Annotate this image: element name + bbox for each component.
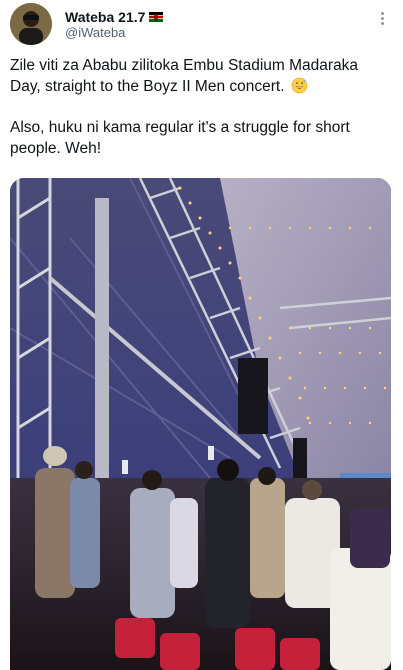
author-display-name[interactable]: Wateba 21.7 [65,9,145,25]
grinning-sweat-emoji-icon [291,77,308,94]
tweet-text-paragraph-2: Also, huku ni kama regular it's a strugg… [10,119,350,157]
kenya-flag-icon [149,12,164,22]
avatar-image [10,3,52,45]
author-handle[interactable]: @iWateba [65,25,125,40]
author-name-row: Wateba 21.7 [65,8,164,26]
avatar[interactable] [10,3,52,45]
tweet-text-paragraph-1: Zile viti za Ababu zilitoka Embu Stadium… [10,55,390,97]
more-options-icon[interactable] [376,10,388,28]
concert-photo-illustration [10,178,391,670]
tweet-photo[interactable] [10,178,391,670]
tweet-card: Wateba 21.7 @iWateba Zile viti za Ababu … [0,0,403,670]
